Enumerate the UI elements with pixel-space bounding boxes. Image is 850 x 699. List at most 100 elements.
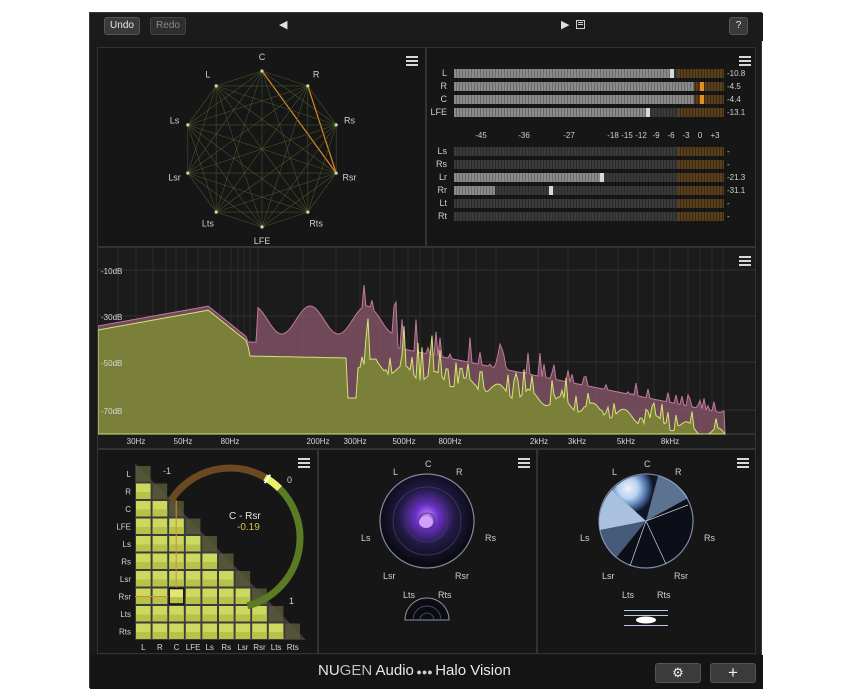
channel-link-line [216,85,337,126]
gauge-negative-arc [167,464,270,503]
matrix-cell-shade [202,597,217,604]
settings-button[interactable]: ⚙ [655,663,701,683]
meter-fill [454,173,600,182]
matrix-row-label: C [125,505,131,514]
scope-label-lts: Lts [622,590,635,600]
matrix-cell[interactable] [268,606,284,622]
meter-channel-label: R [440,81,448,91]
matrix-row-label: Rs [121,558,131,567]
meter-scale-label: -36 [518,131,530,140]
meter-bar [454,160,724,169]
frequency-axis-label: 2kHz [530,437,548,446]
speaker-label: Lts [202,218,215,228]
matrix-cell-shade [152,544,168,552]
matrix-cell[interactable] [185,518,201,535]
matrix-cell[interactable] [152,483,168,500]
meter-bar [454,108,724,117]
speaker-node [214,210,218,214]
meter-fill [454,95,695,104]
toolbar: Undo Redo ◀ ▶ ? [90,13,763,41]
matrix-cell-shade [152,579,168,587]
meter-scale-label: +3 [710,131,720,140]
matrix-column-label: Lts [271,643,282,652]
level-meters-panel: L -10.8 R -4.5 C -4.4 LFE -13.1 -45 -36 -27 -18 -15… [426,47,756,247]
matrix-cell-shade [136,579,151,587]
matrix-cell[interactable] [202,536,217,552]
matrix-cell-shade [136,632,151,639]
matrix-cell-shade [219,579,234,587]
plus-icon: + [728,663,738,682]
help-button[interactable]: ? [729,17,748,35]
matrix-cell[interactable] [219,553,234,570]
panel-menu-icon[interactable] [739,56,751,66]
speaker-node [334,171,338,175]
scope-label-rsr: Rsr [674,571,688,581]
scope-label-rts: Rts [657,590,671,600]
spectrum-panel: -10dB -30dB -50dB -70dB 30Hz 50Hz 80Hz 200Hz 300… [97,247,756,449]
meter-fill [454,186,495,195]
matrix-cell-shade [202,632,217,639]
preset-list-icon[interactable] [576,20,585,29]
undo-button[interactable]: Undo [104,17,140,35]
matrix-cell-shade [169,614,184,622]
frequency-axis-label: 800Hz [438,437,461,446]
speaker-label: Rts [309,218,323,228]
meter-scale-label: 0 [697,131,703,140]
meter-channel-label: Ls [437,146,447,156]
meter-channel-label: LFE [430,107,447,117]
speaker-node [186,171,190,175]
meter-channel-label: Rs [436,159,447,169]
spatial-scope-display [598,473,694,626]
frequency-axis-label: 300Hz [343,437,366,446]
meter-peak-marker [548,186,553,195]
matrix-cell-shade [136,597,151,604]
scope-label-c: C [644,459,651,469]
channel-link-line [187,70,263,174]
meter-bar [454,212,724,221]
channel-link-line [187,172,217,213]
frequency-axis-label: 8kHz [661,437,679,446]
matrix-cell-shade [136,527,151,534]
speaker-label: L [205,70,210,80]
meter-value: -10.8 [727,69,746,78]
add-button[interactable]: + [710,663,756,683]
matrix-column-label: R [157,643,163,652]
gear-icon: ⚙ [672,665,684,680]
channel-link-line [187,85,308,126]
matrix-cell[interactable] [285,623,300,640]
scope-label-r: R [456,467,463,477]
meter-peak-marker [670,69,674,78]
speaker-node [334,123,338,127]
meter-bar [454,147,724,156]
matrix-row-label: Rsr [119,593,132,602]
speaker-label: Ls [170,116,180,126]
channel-link-line [216,211,263,228]
matrix-cell[interactable] [235,571,251,587]
frequency-axis-label: 80Hz [221,437,240,446]
matrix-column-label: Lsr [237,643,248,652]
matrix-cell-shade [185,544,201,552]
channel-link-line [187,172,263,228]
speaker-node [186,123,190,127]
db-axis-label: -70dB [101,407,122,416]
matrix-cell-shade [252,632,267,639]
matrix-column-label: Rsr [253,643,266,652]
phase-scope-display [379,473,475,621]
meter-fill [454,69,670,78]
matrix-column-label: LFE [186,643,201,652]
brand-nu: NU [318,662,340,679]
matrix-cell-shade [219,597,234,604]
matrix-cell-shade [136,562,151,569]
channel-link-line [187,85,217,126]
redo-button[interactable]: Redo [150,17,186,35]
matrix-cell[interactable] [136,466,151,482]
matrix-cell-shade [152,632,168,639]
matrix-cell-shade [136,509,151,517]
previous-preset-icon[interactable]: ◀ [279,18,287,31]
channel-link-line [261,124,337,228]
meter-channel-label: Lr [438,172,447,182]
matrix-cell-shade [136,614,151,622]
next-preset-icon[interactable]: ▶ [561,18,569,31]
meter-fill [454,82,695,91]
meter-channel-label: L [441,68,447,78]
